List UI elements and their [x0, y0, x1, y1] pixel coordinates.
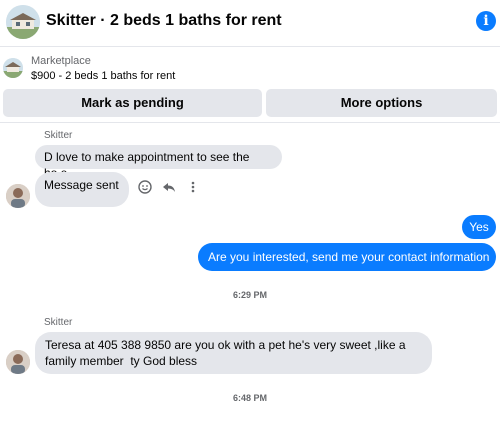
- timestamp: 6:48 PM: [232, 393, 267, 403]
- react-icon[interactable]: [137, 179, 153, 195]
- info-icon[interactable]: i: [476, 11, 496, 31]
- outgoing-message[interactable]: Yes: [462, 215, 496, 239]
- message-line: Teresa at 405 388 9850 are you ok with a…: [45, 338, 406, 352]
- more-options-button[interactable]: More options: [266, 89, 497, 117]
- incoming-message[interactable]: Teresa at 405 388 9850 are you ok with a…: [35, 332, 432, 374]
- message-actions: [137, 179, 201, 195]
- mark-as-pending-button[interactable]: Mark as pending: [3, 89, 262, 117]
- listing-thumbnail[interactable]: [6, 5, 40, 39]
- listing-thumbnail-small: [3, 58, 23, 78]
- timestamp: 6:29 PM: [232, 290, 267, 300]
- listing-summary[interactable]: Marketplace $900 - 2 beds 1 baths for re…: [0, 50, 500, 86]
- outgoing-message[interactable]: Are you interested, send me your contact…: [198, 243, 496, 271]
- more-icon[interactable]: [185, 179, 201, 195]
- avatar[interactable]: [6, 184, 30, 208]
- sender-name: Skitter: [44, 317, 73, 328]
- toolbar-divider: [0, 122, 500, 123]
- header-divider: [0, 46, 500, 47]
- listing-source: Marketplace: [31, 55, 91, 67]
- sender-name: Skitter: [44, 130, 73, 141]
- reply-icon[interactable]: [161, 179, 177, 195]
- incoming-message[interactable]: Message sent: [35, 172, 129, 207]
- listing-price-title: $900 - 2 beds 1 baths for rent: [31, 70, 176, 82]
- message-line: family member ty God bless: [45, 354, 198, 368]
- incoming-message[interactable]: D love to make appointment to see the ho…: [35, 145, 282, 180]
- avatar[interactable]: [6, 350, 30, 374]
- chat-header: Skitter · 2 beds 1 baths for rent i: [0, 0, 500, 45]
- chat-title: Skitter · 2 beds 1 baths for rent: [46, 12, 282, 29]
